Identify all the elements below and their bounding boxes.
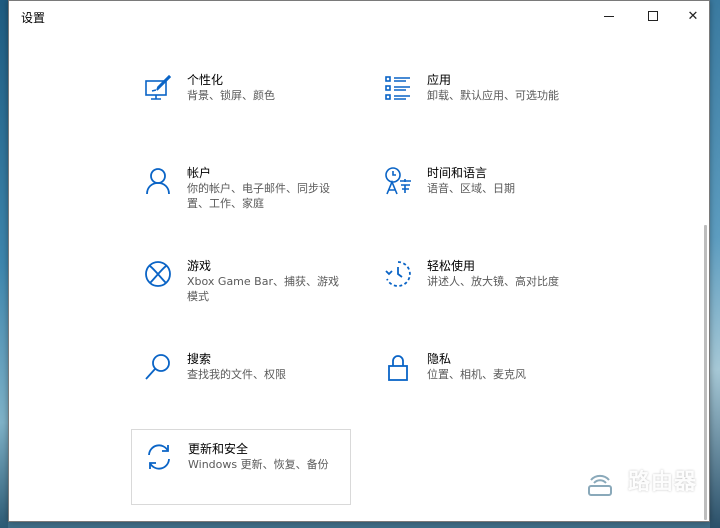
category-description: Xbox Game Bar、捕获、游戏模式 xyxy=(187,275,339,303)
category-time-language[interactable]: 时间和语言 语音、区域、日期 xyxy=(371,154,589,228)
maximize-button[interactable] xyxy=(633,1,673,31)
category-description: 语音、区域、日期 xyxy=(427,182,515,195)
category-title: 应用 xyxy=(427,73,452,87)
category-title: 时间和语言 xyxy=(427,166,488,180)
category-description: 背景、锁屏、颜色 xyxy=(187,89,275,102)
category-title: 搜索 xyxy=(187,352,212,366)
category-title: 隐私 xyxy=(427,352,452,366)
category-search[interactable]: 搜索 查找我的文件、权限 xyxy=(131,340,349,414)
category-title: 游戏 xyxy=(187,259,212,273)
time-language-icon xyxy=(383,166,413,196)
watermark-logo: 路由器 luyouqi.com xyxy=(578,462,708,510)
category-description: Windows 更新、恢复、备份 xyxy=(188,458,329,471)
category-privacy[interactable]: 隐私 位置、相机、麦克风 xyxy=(371,340,589,414)
category-description: 查找我的文件、权限 xyxy=(187,368,286,381)
window-title: 设置 xyxy=(21,11,46,25)
desktop-background-right xyxy=(710,0,720,528)
category-gaming[interactable]: 游戏 Xbox Game Bar、捕获、游戏模式 xyxy=(131,247,349,321)
close-button[interactable]: ✕ xyxy=(673,1,709,31)
category-ease-of-access[interactable]: 轻松使用 讲述人、放大镜、高对比度 xyxy=(371,247,589,321)
close-icon: ✕ xyxy=(687,8,699,24)
personalization-icon xyxy=(143,73,173,103)
ease-of-access-icon xyxy=(383,259,413,289)
apps-icon xyxy=(383,73,413,103)
category-title: 个性化 xyxy=(187,73,224,87)
settings-window: 设置 ✕ 个性化 背景、锁屏、颜色 应用 卸载、默认应用、可选功能 帐户 你的帐… xyxy=(8,0,710,522)
category-update-security[interactable]: 更新和安全 Windows 更新、恢复、备份 xyxy=(131,429,351,505)
lock-icon xyxy=(383,352,413,382)
minimize-button[interactable] xyxy=(589,1,629,31)
desktop-background-left xyxy=(0,0,8,528)
minimize-icon xyxy=(604,15,614,17)
category-title: 轻松使用 xyxy=(427,259,476,273)
category-accounts[interactable]: 帐户 你的帐户、电子邮件、同步设置、工作、家庭 xyxy=(131,154,349,228)
router-icon xyxy=(578,464,622,508)
update-icon xyxy=(144,442,174,472)
category-personalization[interactable]: 个性化 背景、锁屏、颜色 xyxy=(131,61,349,135)
title-bar[interactable]: 设置 ✕ xyxy=(9,1,709,33)
category-description: 位置、相机、麦克风 xyxy=(427,368,526,381)
category-description: 讲述人、放大镜、高对比度 xyxy=(427,275,559,288)
category-title: 更新和安全 xyxy=(188,442,249,456)
accounts-icon xyxy=(143,166,173,196)
xbox-icon xyxy=(143,259,173,289)
watermark-site: luyouqi.com xyxy=(630,492,697,503)
category-description: 你的帐户、电子邮件、同步设置、工作、家庭 xyxy=(187,182,330,210)
category-title: 帐户 xyxy=(187,166,212,180)
maximize-icon xyxy=(648,11,658,21)
category-apps[interactable]: 应用 卸载、默认应用、可选功能 xyxy=(371,61,589,135)
search-icon xyxy=(143,352,173,382)
category-description: 卸载、默认应用、可选功能 xyxy=(427,89,559,102)
